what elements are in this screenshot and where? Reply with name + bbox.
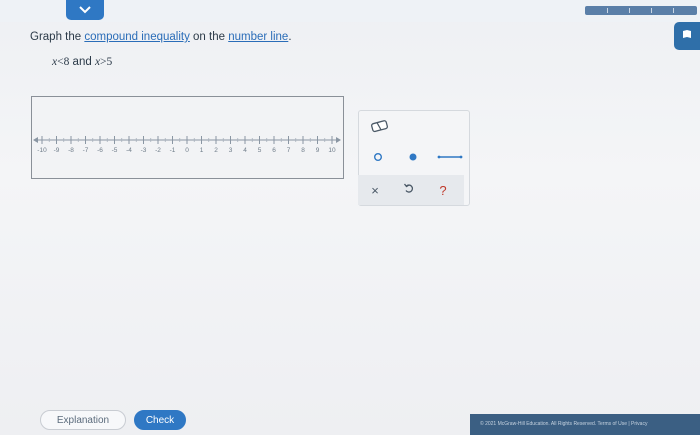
number-line[interactable]: -10 -9 -8 -7 -6 -5 -4 -3 -2 -1 0 1 2 3 4 5 6 7 8 9 10 (32, 97, 342, 177)
progress-bar (585, 6, 697, 15)
tick-label: -6 (97, 147, 103, 154)
tick-label: 6 (272, 147, 276, 154)
question-prompt: Graph the compound inequality on the num… (30, 31, 292, 43)
arrow-left-icon (33, 137, 38, 143)
tick-label: -3 (141, 147, 147, 154)
tick-label: 10 (328, 147, 336, 154)
tick-label: -10 (37, 147, 47, 154)
tick-label: -1 (170, 147, 176, 154)
tick-label: -2 (155, 147, 161, 154)
arrow-right-icon (336, 137, 341, 143)
book-icon (681, 27, 693, 45)
prompt-text: . (288, 31, 292, 43)
footer: © 2021 McGraw-Hill Education. All Rights… (470, 414, 700, 435)
tick-label: -9 (54, 147, 60, 154)
eraser-icon (370, 119, 390, 138)
tick-label: 0 (185, 147, 189, 154)
undo-button[interactable] (398, 180, 420, 200)
prompt-text: Graph the (30, 31, 85, 43)
tick-label: 7 (287, 147, 291, 154)
tick-label: -4 (126, 147, 132, 154)
clear-button[interactable]: × (364, 180, 386, 200)
tick-label: 4 (243, 147, 247, 154)
segment-tool[interactable] (435, 149, 465, 167)
segment-icon (437, 149, 463, 167)
open-point-tool[interactable] (367, 149, 389, 167)
graph-area[interactable]: -10 -9 -8 -7 -6 -5 -4 -3 -2 -1 0 1 2 3 4 5 6 7 8 9 10 (31, 96, 344, 179)
closed-circle-icon (408, 149, 418, 167)
explanation-button[interactable]: Explanation (40, 410, 126, 430)
tick-label: -7 (83, 147, 89, 154)
eraser-tool[interactable] (367, 117, 393, 139)
chevron-down-icon (78, 1, 92, 19)
tick-label: -5 (112, 147, 118, 154)
side-panel-button[interactable] (674, 22, 700, 50)
collapse-tab[interactable] (66, 0, 104, 20)
tick-label: 9 (316, 147, 320, 154)
tick-label: 8 (301, 147, 305, 154)
open-circle-icon (373, 149, 383, 167)
closed-point-tool[interactable] (402, 149, 424, 167)
help-button[interactable]: ? (432, 180, 454, 200)
check-button[interactable]: Check (134, 410, 186, 430)
conjunction: and (69, 56, 95, 68)
tick-label: 1 (200, 147, 204, 154)
compound-inequality-link[interactable]: compound inequality (84, 31, 190, 43)
prompt-text: on the (189, 31, 229, 43)
tick-label: 2 (214, 147, 218, 154)
tool-actions: × ? (358, 175, 464, 205)
tick-label: 3 (229, 147, 233, 154)
undo-icon (403, 181, 415, 199)
inequality-expression: x<8 and x>5 (52, 56, 112, 68)
top-bar (0, 0, 700, 22)
tick-label: 5 (258, 147, 262, 154)
value: 5 (106, 56, 113, 68)
number-line-link[interactable]: number line (228, 31, 288, 43)
tick-label: -8 (68, 147, 74, 154)
